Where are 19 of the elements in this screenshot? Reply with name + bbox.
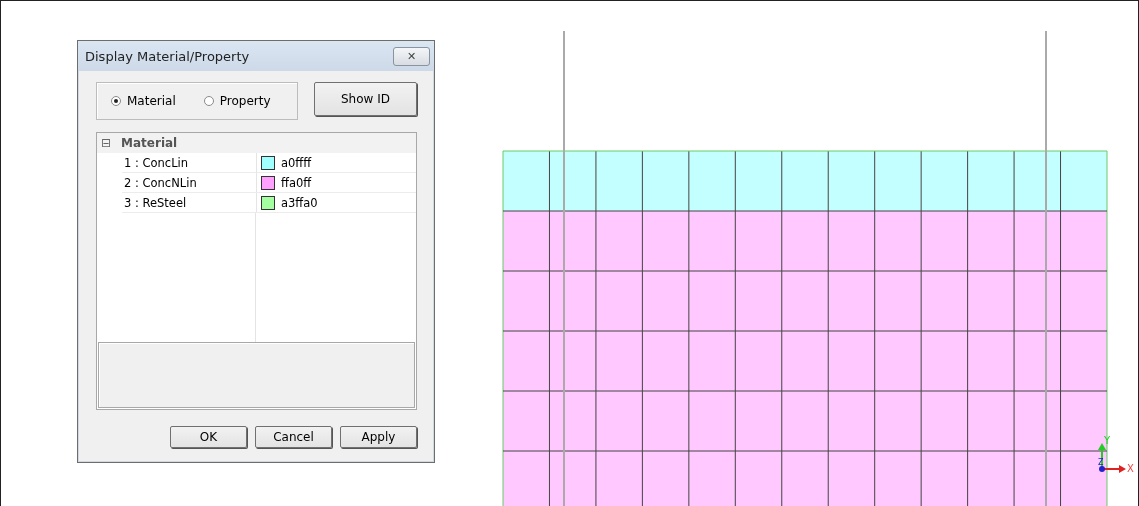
material-name: 2 : ConcNLin (122, 173, 257, 192)
radio-option[interactable]: Property (203, 94, 271, 108)
color-value: ffa0ff (280, 175, 312, 190)
radio-option[interactable]: Material (111, 94, 176, 108)
tree-group-label: Material (121, 136, 178, 150)
color-value: a3ffa0 (280, 195, 318, 210)
dialog-button[interactable]: Apply (340, 426, 417, 448)
dialog-button[interactable]: OK (170, 426, 247, 448)
tree-header[interactable]: ⊟ Material (97, 133, 416, 153)
radio-dot-icon[interactable] (111, 96, 121, 106)
material-name: 3 : ReSteel (122, 193, 257, 212)
close-button[interactable]: ✕ (393, 46, 430, 66)
radio-dot-icon[interactable] (203, 96, 214, 106)
collapse-icon[interactable]: ⊟ (101, 136, 112, 150)
material-name: 1 : ConcLin (122, 153, 257, 172)
color-value: a0ffff (280, 155, 312, 170)
window-title: Display Material/Property (85, 48, 250, 64)
show-id-button[interactable]: Show ID (314, 82, 417, 116)
dialog-button[interactable]: Cancel (255, 426, 332, 448)
